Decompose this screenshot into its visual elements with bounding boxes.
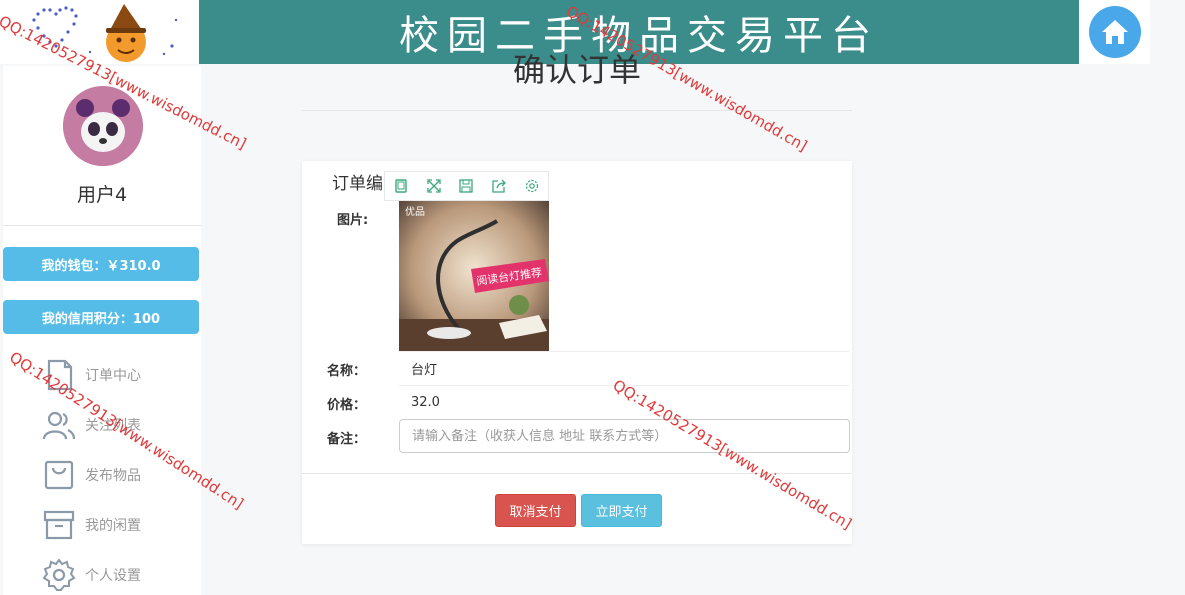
name-value: 台灯 (399, 351, 850, 385)
home-button[interactable] (1088, 6, 1141, 58)
remark-input[interactable] (399, 419, 850, 453)
cancel-payment-button[interactable]: 取消支付 (495, 494, 576, 527)
nav-item-orders[interactable]: 订单中心 (41, 355, 201, 395)
site-logo (0, 0, 199, 64)
archive-icon (43, 510, 75, 540)
lamp-photo: 阅读台灯推荐 优品 (399, 201, 549, 351)
order-card: 订单编 图片: 阅读台灯推荐 优品 名称： 台灯 价格： 32.0 备注： 请输… (302, 161, 852, 544)
nav-label-idle: 我的闲置 (85, 518, 141, 534)
file-icon (47, 359, 73, 391)
nav-item-follows[interactable]: 关注列表 (41, 405, 201, 445)
logo-art (32, 4, 178, 62)
card-divider (302, 473, 852, 474)
users-icon (42, 411, 76, 440)
bag-icon (44, 460, 74, 490)
image-toolbar (384, 171, 549, 201)
order-number-label: 订单编 (332, 174, 383, 194)
divider (3, 225, 201, 226)
nav-item-settings[interactable]: 个人设置 (41, 555, 201, 595)
pay-now-button[interactable]: 立即支付 (581, 494, 662, 527)
nav-item-idle[interactable]: 我的闲置 (41, 505, 201, 545)
image-label: 图片: (337, 213, 369, 228)
gear-icon (525, 179, 538, 193)
nav-label-settings: 个人设置 (85, 568, 141, 584)
price-value: 32.0 (399, 385, 850, 419)
username: 用户4 (76, 184, 128, 206)
share-button[interactable] (483, 172, 516, 200)
image-badge: 优品 (405, 205, 425, 218)
avatar[interactable] (63, 86, 143, 166)
nav-item-publish[interactable]: 发布物品 (41, 455, 201, 495)
product-image[interactable]: 阅读台灯推荐 优品 (399, 201, 549, 351)
home-icon (1101, 20, 1128, 44)
gear-icon (42, 558, 76, 591)
save-icon (459, 179, 474, 193)
remark-label: 备注： (327, 432, 367, 447)
sidebar: 用户4 我的钱包：￥310.0 我的信用积分：100 订单中心 关注列表 发布物… (3, 66, 201, 595)
save-image-button[interactable] (450, 172, 483, 200)
nav-label-follows: 关注列表 (85, 418, 141, 434)
name-label: 名称： (327, 364, 367, 379)
nav-label-publish: 发布物品 (85, 468, 141, 484)
credit-button[interactable]: 我的信用积分：100 (3, 300, 199, 334)
share-icon (492, 179, 506, 193)
wallet-button[interactable]: 我的钱包：￥310.0 (3, 247, 199, 281)
settings-button[interactable] (515, 172, 548, 200)
nav-label-orders: 订单中心 (85, 368, 141, 384)
home-area (1079, 0, 1150, 64)
panda-avatar-image (63, 86, 143, 166)
tablet-view-button[interactable] (385, 172, 418, 200)
fullscreen-button[interactable] (418, 172, 451, 200)
title-divider (302, 110, 852, 111)
price-label: 价格： (327, 398, 367, 413)
expand-icon (427, 179, 441, 193)
tablet-icon (395, 179, 407, 193)
page-title: 确认订单 (512, 51, 641, 89)
